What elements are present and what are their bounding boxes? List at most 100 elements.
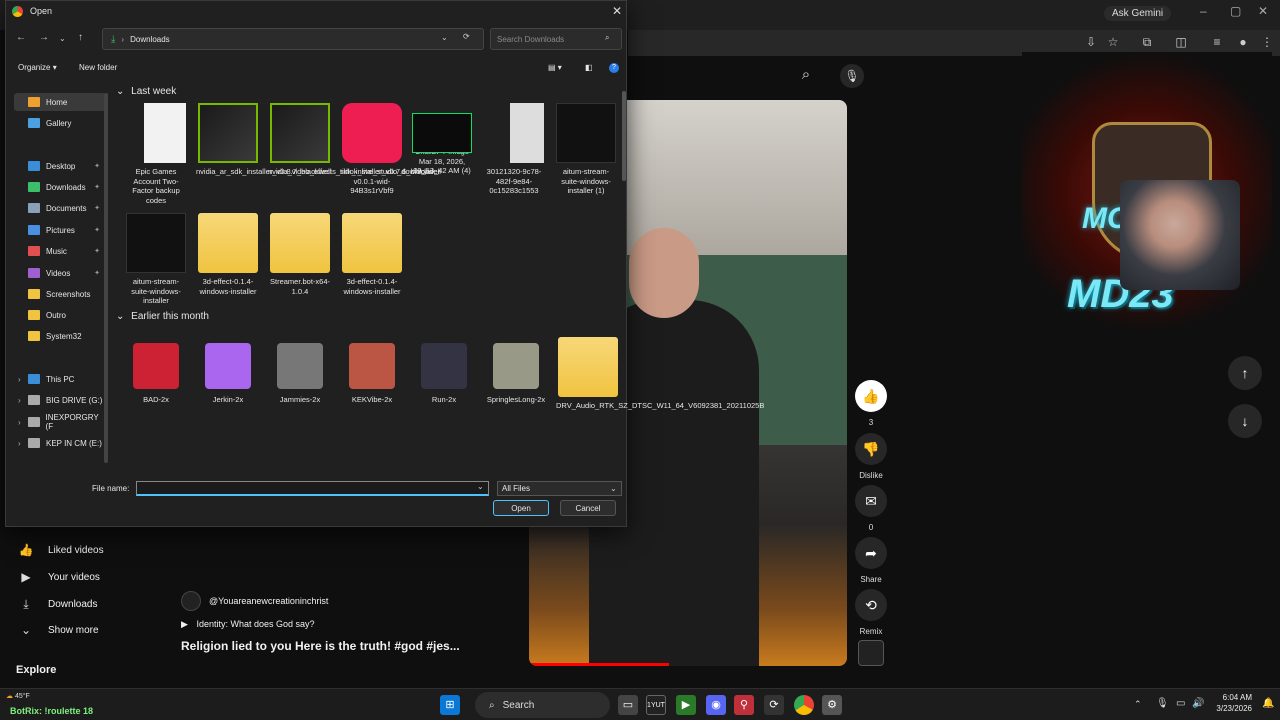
up-arrow-icon[interactable]: ↑ bbox=[78, 32, 83, 43]
share-action[interactable]: ➦ Share bbox=[851, 537, 891, 584]
sound-row[interactable]: ▶ Identity: What does God say? bbox=[181, 619, 315, 630]
open-button[interactable]: Open bbox=[493, 500, 549, 516]
chrome-taskbar-icon[interactable] bbox=[794, 695, 814, 715]
file-item[interactable]: Run-2x bbox=[412, 337, 476, 405]
lens-icon[interactable]: ◫ bbox=[1174, 35, 1188, 49]
discord-icon[interactable]: ◉ bbox=[706, 695, 726, 715]
map-pin-app-icon[interactable]: ⚲ bbox=[734, 695, 754, 715]
expand-chevron-icon[interactable]: › bbox=[18, 439, 21, 448]
yt-sidebar-liked-videos[interactable]: 👍 Liked videos bbox=[16, 540, 104, 560]
yt-sidebar-your-videos[interactable]: ▶ Your videos bbox=[16, 567, 100, 587]
help-icon[interactable]: ? bbox=[609, 63, 619, 73]
file-item[interactable]: Jerkin-2x bbox=[196, 337, 260, 405]
media-icon[interactable]: ≡ bbox=[1210, 35, 1224, 49]
file-item[interactable]: BAD-2x bbox=[124, 337, 188, 405]
streamerbot-icon[interactable]: ▶ bbox=[676, 695, 696, 715]
nav-item-pictures[interactable]: Pictures ✦ bbox=[14, 221, 106, 239]
nav-item-system32[interactable]: System32 bbox=[14, 327, 106, 345]
notification-bell-icon[interactable]: 🔔 bbox=[1262, 698, 1274, 709]
file-item[interactable]: nvidia_video_effects_sdk_installer_v0.7.… bbox=[268, 103, 441, 177]
nav-item-big-drive-g[interactable]: › BIG DRIVE (G:) bbox=[14, 391, 106, 409]
group-header-earlier-this-month[interactable]: ⌄ Earlier this month bbox=[116, 311, 209, 322]
share-icon[interactable]: ➦ bbox=[855, 537, 887, 569]
remix-action[interactable]: ⟲ Remix bbox=[851, 589, 891, 636]
nav-item-home[interactable]: Home bbox=[14, 93, 106, 111]
ask-gemini-button[interactable]: Ask Gemini bbox=[1104, 6, 1172, 21]
file-type-select[interactable]: All Files ⌄ bbox=[497, 481, 622, 496]
nav-item-this-pc[interactable]: › This PC bbox=[14, 370, 106, 388]
comments-action[interactable]: ✉ 0 bbox=[851, 485, 891, 532]
minimize-icon[interactable]: – bbox=[1200, 4, 1207, 18]
install-icon[interactable]: ⇩ bbox=[1084, 35, 1098, 49]
channel-row[interactable]: @Youareanewcreationinchrist bbox=[181, 591, 328, 611]
file-item[interactable]: SpringlesLong-2x bbox=[484, 337, 548, 405]
preview-pane-icon[interactable]: ◧ bbox=[585, 63, 593, 72]
organize-menu[interactable]: Organize ▾ bbox=[18, 63, 57, 72]
expand-chevron-icon[interactable]: › bbox=[18, 396, 21, 405]
remix-icon[interactable]: ⟲ bbox=[855, 589, 887, 621]
file-item[interactable]: Streamer.bot-x64-1.0.4 bbox=[268, 213, 332, 296]
extensions-icon[interactable]: ⧉ bbox=[1140, 35, 1154, 49]
expand-chevron-icon[interactable]: › bbox=[18, 375, 21, 384]
search-input[interactable]: Search Downloads ⌕ bbox=[490, 28, 622, 50]
taskbar-search[interactable]: ⌕ Search bbox=[475, 692, 610, 718]
close-icon[interactable]: ✕ bbox=[612, 4, 622, 18]
nav-item-videos[interactable]: Videos ✦ bbox=[14, 264, 106, 282]
thumbs-up-icon[interactable]: 👍 bbox=[855, 380, 887, 412]
video-progress-bar[interactable] bbox=[529, 663, 669, 666]
network-icon[interactable]: ▭ bbox=[1176, 698, 1185, 709]
view-options-icon[interactable]: ▤ ▾ bbox=[548, 63, 562, 72]
windows-start-icon[interactable]: ⊞ bbox=[440, 695, 460, 715]
like-action[interactable]: 👍 3 bbox=[851, 380, 891, 427]
file-item[interactable]: KEKVibe-2x bbox=[340, 337, 404, 405]
nav-item-gallery[interactable]: Gallery bbox=[14, 114, 106, 132]
microphone-tray-icon[interactable]: 🎙 bbox=[1156, 698, 1169, 709]
yt-sidebar-show-more[interactable]: ⌄ Show more bbox=[16, 620, 99, 640]
nav-item-music[interactable]: Music ✦ bbox=[14, 242, 106, 260]
bookmark-star-icon[interactable]: ☆ bbox=[1106, 35, 1120, 49]
nav-item-desktop[interactable]: Desktop ✦ bbox=[14, 157, 106, 175]
settings-gear-icon[interactable]: ⚙ bbox=[822, 695, 842, 715]
address-path[interactable]: Downloads bbox=[130, 35, 170, 44]
new-folder-button[interactable]: New folder bbox=[79, 63, 117, 72]
file-item[interactable]: 30121320-9c78-482f-9e84-0c15283c1553 bbox=[482, 103, 546, 196]
dislike-action[interactable]: 👎 Dislike bbox=[851, 433, 891, 480]
file-item[interactable]: tiktok_live_studio_downloader-v0.0.1-wid… bbox=[340, 103, 443, 196]
close-window-icon[interactable]: ✕ bbox=[1258, 4, 1268, 18]
file-item[interactable]: nvidia_ar_sdk_installer_v0.8.7_blackwell bbox=[196, 103, 332, 177]
cancel-button[interactable]: Cancel bbox=[560, 500, 616, 516]
file-item[interactable]: DRV_Audio_RTK_SZ_DTSC_W11_64_V6092381_20… bbox=[556, 337, 764, 411]
nav-item-documents[interactable]: Documents ✦ bbox=[14, 199, 106, 217]
file-item[interactable]: aitum-stream-suite-windows-installer bbox=[124, 213, 188, 306]
yt-sidebar-downloads[interactable]: ⤓ Downloads bbox=[16, 594, 97, 614]
file-item[interactable]: 3d-effect-0.1.4-windows-installer bbox=[196, 213, 260, 296]
previous-short-arrow-up-icon[interactable]: ↑ bbox=[1228, 356, 1262, 390]
nav-scrollbar[interactable] bbox=[104, 93, 108, 463]
app-refresh-icon[interactable]: ⟳ bbox=[764, 695, 784, 715]
file-item[interactable]: ChatGPT Image Mar 18, 2026, 09_53_42 AM … bbox=[410, 103, 474, 176]
tray-chevron-up-icon[interactable]: ⌃ bbox=[1134, 699, 1142, 710]
app-1yut-icon[interactable]: 1YUT bbox=[646, 695, 666, 715]
address-dropdown-icon[interactable]: ⌄ bbox=[441, 33, 448, 42]
back-arrow-icon[interactable]: ← bbox=[16, 32, 26, 43]
nav-item-downloads[interactable]: Downloads ✦ bbox=[14, 178, 106, 196]
nav-item-inexporgry-f[interactable]: › INEXPORGRY (F bbox=[14, 413, 106, 431]
file-item[interactable]: Epic Games Account Two-Factor backup cod… bbox=[124, 103, 188, 205]
microphone-icon[interactable]: 🎙 bbox=[840, 64, 864, 88]
maximize-icon[interactable]: ▢ bbox=[1230, 4, 1241, 18]
comment-icon[interactable]: ✉ bbox=[855, 485, 887, 517]
menu-dots-icon[interactable]: ⋮ bbox=[1260, 35, 1274, 49]
nav-item-kep-in-cm-e[interactable]: › KEP IN CM (E:) bbox=[14, 434, 106, 452]
short-title[interactable]: Religion lied to you Here is the truth! … bbox=[181, 639, 460, 653]
file-name-dropdown-icon[interactable]: ⌄ bbox=[477, 482, 484, 491]
refresh-icon[interactable]: ⟳ bbox=[463, 32, 470, 41]
expand-chevron-icon[interactable]: › bbox=[18, 418, 21, 427]
channel-avatar[interactable] bbox=[181, 591, 201, 611]
profile-avatar-icon[interactable]: ● bbox=[1236, 35, 1250, 49]
nav-item-outro[interactable]: Outro bbox=[14, 306, 106, 324]
thumbs-down-icon[interactable]: 👎 bbox=[855, 433, 887, 465]
file-item[interactable]: Jammies-2x bbox=[268, 337, 332, 405]
clock[interactable]: 6:04 AM 3/23/2026 bbox=[1212, 693, 1252, 713]
address-bar[interactable]: ⤓ › Downloads ⌄ ⟳ bbox=[102, 28, 484, 50]
nav-item-screenshots[interactable]: Screenshots bbox=[14, 285, 106, 303]
